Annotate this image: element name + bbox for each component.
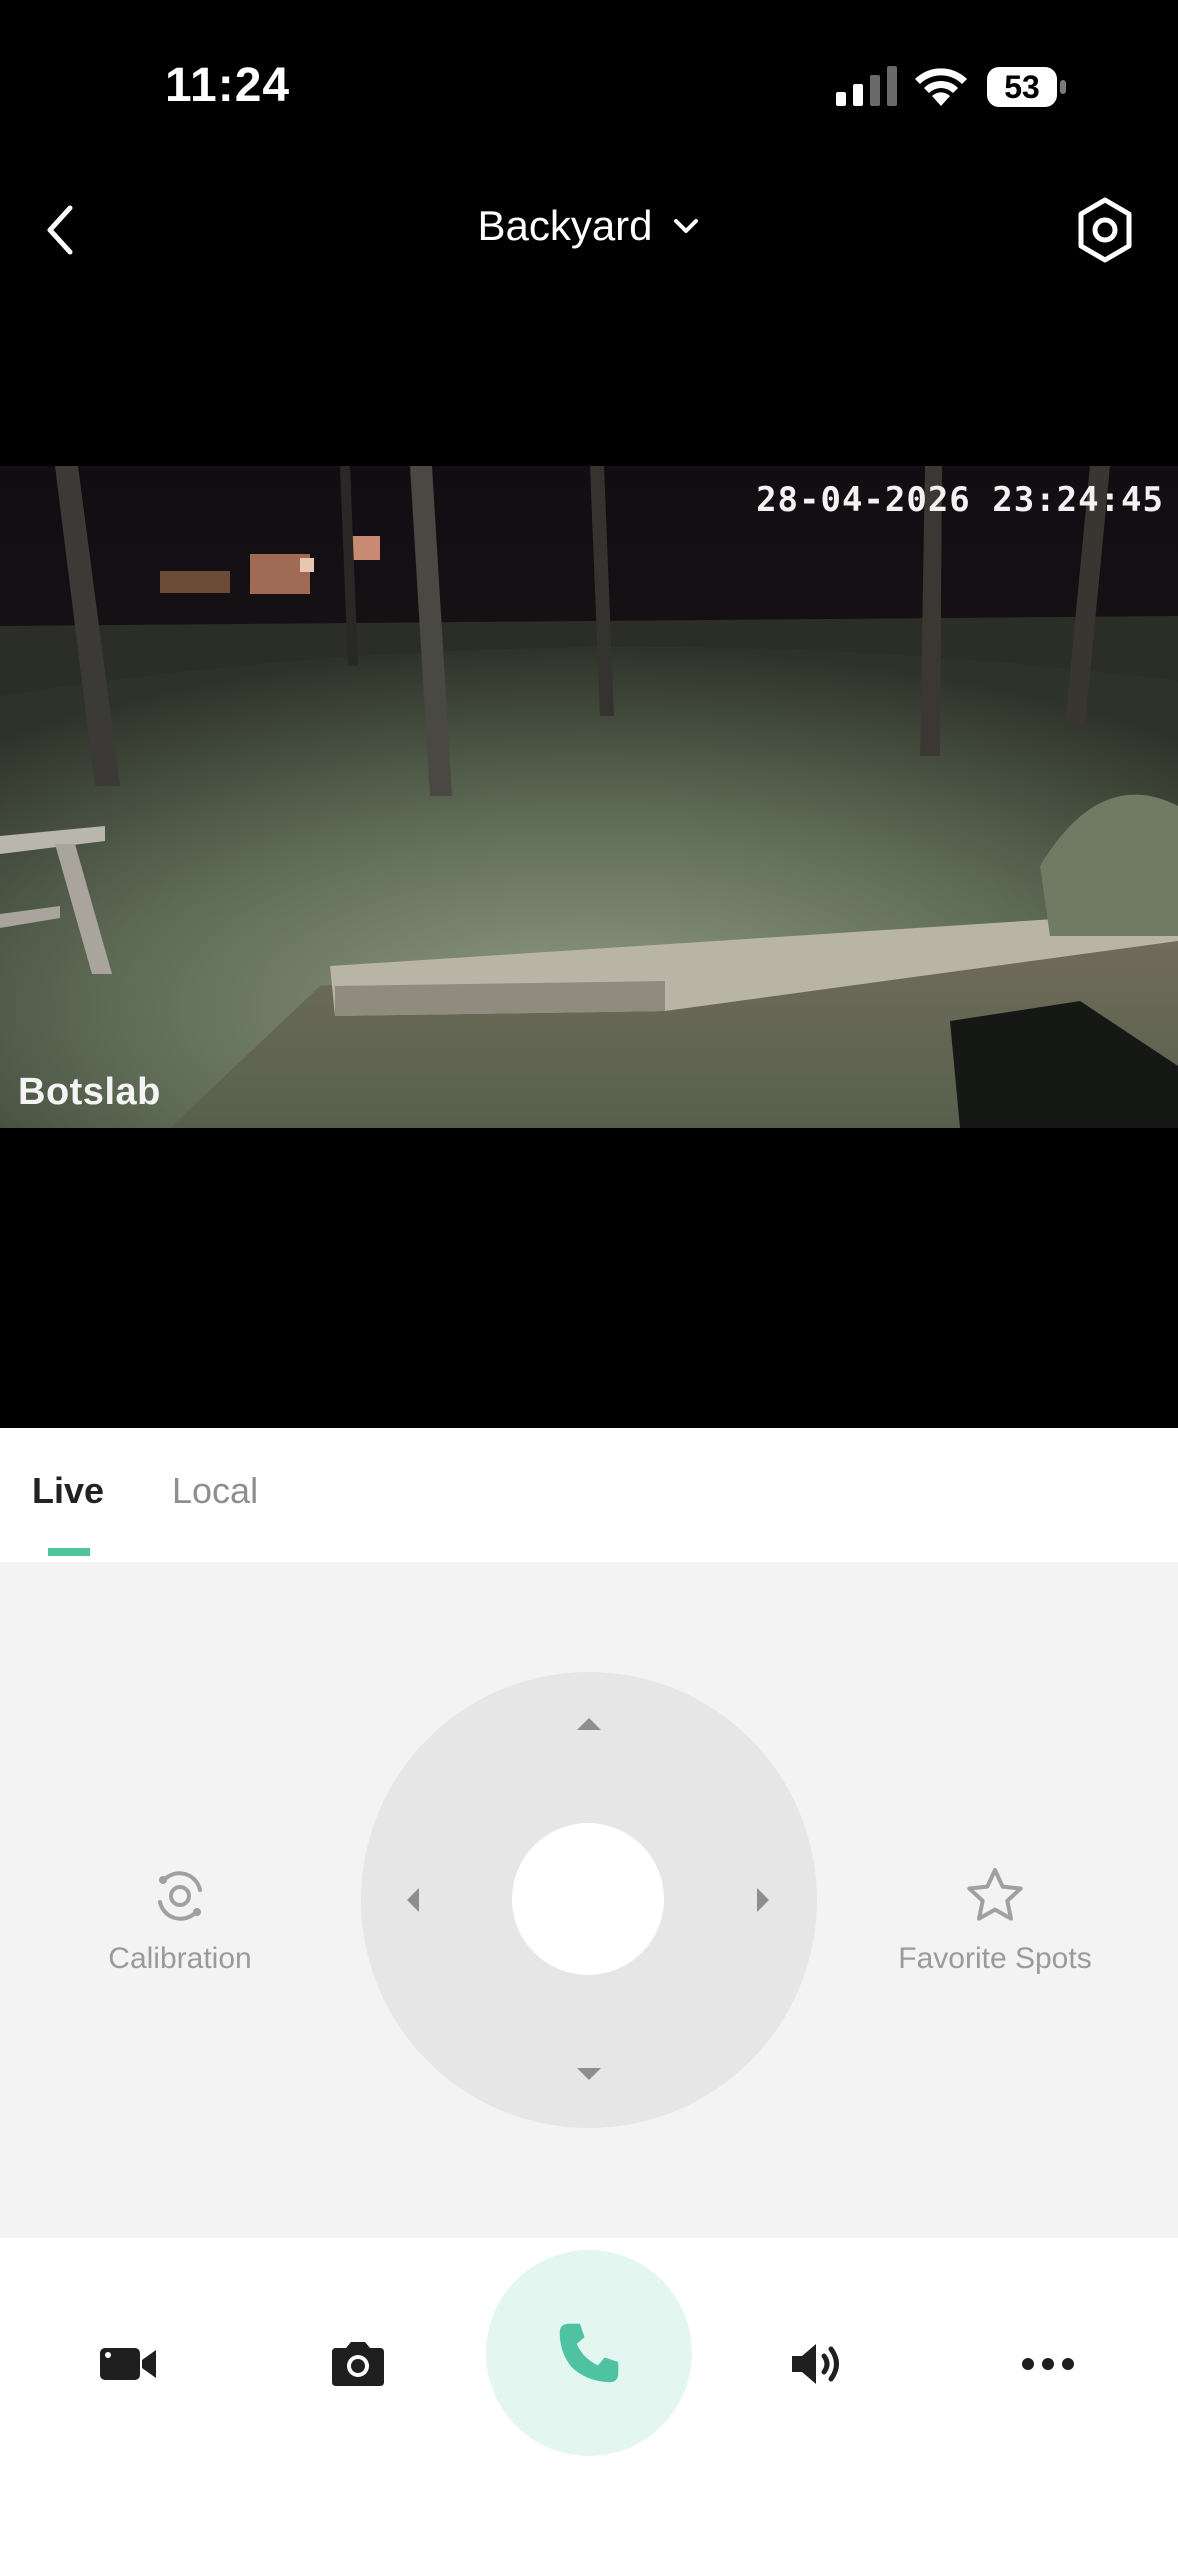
status-bar: 11:24 53 [0, 0, 1178, 160]
video-timestamp: 28-04-2026 23:24:45 [756, 480, 1164, 520]
calibration-icon [158, 1871, 202, 1921]
talk-button[interactable] [486, 2250, 692, 2456]
status-time: 11:24 [165, 59, 291, 112]
pan-right-arrow-icon[interactable] [745, 1882, 781, 1918]
more-dots-icon [1022, 2358, 1074, 2370]
bottom-toolbar [0, 2238, 1178, 2560]
camera-name: Backyard [477, 202, 653, 249]
watermark-logo: Botslab [18, 1071, 161, 1113]
favorite-spots-button[interactable]: Favorite Spots [880, 1864, 1110, 1976]
ptz-control-panel: Calibration Favorite Spots [0, 1562, 1178, 2238]
camera-selector[interactable]: Backyard [0, 202, 1178, 250]
star-icon [967, 1868, 1023, 1921]
nav-bar: Backyard [0, 180, 1178, 280]
camera-icon [332, 2342, 384, 2386]
record-video-button[interactable] [88, 2324, 168, 2404]
calibration-button[interactable]: Calibration [80, 1864, 280, 1976]
favorite-spots-label: Favorite Spots [898, 1942, 1092, 1975]
camera-view-area: 11:24 53 Backyard 28-04-2026 23:24:45 Bo… [0, 0, 1178, 1428]
pan-up-arrow-icon[interactable] [571, 1706, 607, 1742]
settings-button[interactable] [1072, 194, 1138, 266]
joystick-knob[interactable] [512, 1823, 664, 1975]
ptz-joystick[interactable] [361, 1672, 817, 2128]
pan-left-arrow-icon[interactable] [395, 1882, 431, 1918]
tab-live[interactable]: Live [32, 1470, 104, 1512]
snapshot-button[interactable] [318, 2324, 398, 2404]
speaker-icon [792, 2344, 839, 2384]
chevron-down-icon [673, 219, 698, 233]
pan-down-arrow-icon[interactable] [571, 2056, 607, 2092]
battery-level: 53 [1004, 69, 1040, 105]
calibration-label: Calibration [108, 1942, 252, 1975]
phone-icon [559, 2323, 619, 2383]
wifi-icon [915, 68, 967, 106]
volume-button[interactable] [778, 2324, 858, 2404]
view-tabs: Live Local [0, 1428, 1178, 1562]
active-tab-indicator [48, 1548, 90, 1556]
night-scene-image [0, 466, 1178, 1128]
cellular-signal-icon [836, 66, 897, 106]
more-options-button[interactable] [1008, 2324, 1088, 2404]
tab-local[interactable]: Local [172, 1470, 258, 1512]
live-video-feed[interactable]: 28-04-2026 23:24:45 Botslab [0, 466, 1178, 1128]
video-camera-icon [100, 2348, 156, 2380]
